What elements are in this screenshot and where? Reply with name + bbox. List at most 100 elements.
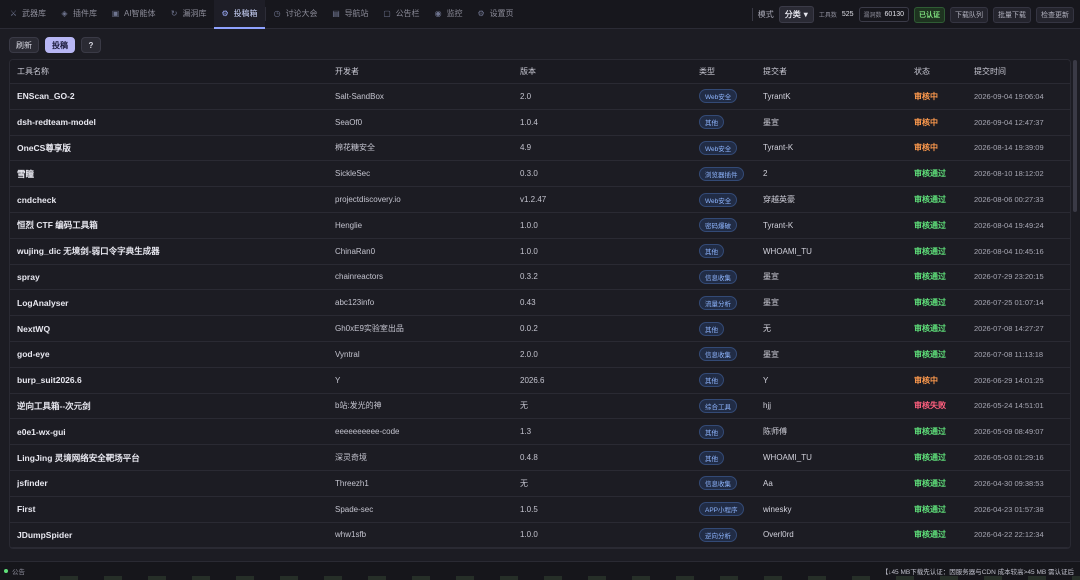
cell-name: 恒烈 CTF 编码工具箱: [17, 220, 98, 231]
cell-submitter: 墨宣: [763, 298, 779, 308]
table-row[interactable]: NextWQ Gh0xE9实验室出品 0.0.2 其他 无 审核通过 2026-07-08 …: [10, 316, 1070, 342]
cell-version: 1.0.5: [520, 504, 538, 514]
type-tag: 流量分析: [699, 295, 737, 310]
plugin-icon: ◈: [61, 8, 68, 18]
table-row[interactable]: dsh-redteam-model SeaOf0 1.0.4 其他 墨宣 审核中 2026-…: [10, 110, 1070, 136]
table-row[interactable]: LingJing 灵境网络安全靶场平台 深灵奇境 0.4.8 其他 WHOAMI_TU 审…: [10, 445, 1070, 471]
tab-6[interactable]: ▤ 导航站: [325, 0, 376, 29]
cell-developer: whw1sfb: [335, 530, 367, 540]
cell-developer: chainreactors: [335, 272, 384, 282]
tab-label: 武器库: [22, 8, 46, 18]
announcement-marquee: 【↓45 MB下载先认证：因服务器与CDN 成本较高>45 MB 需认证后: [881, 569, 1074, 576]
table-row[interactable]: spray chainreactors 0.3.2 信息收集 墨宣 审核通过 2026-07…: [10, 265, 1070, 291]
cell-time: 2026-04-23 01:57:38: [974, 504, 1044, 514]
cell-status: 审核失败: [914, 401, 946, 411]
tab-label: 设置页: [489, 8, 514, 18]
cell-type: APP小程序: [699, 497, 759, 522]
type-tag: 信息收集: [699, 476, 737, 491]
cell-developer: Henglie: [335, 220, 363, 230]
table-row[interactable]: 雪瞳 SickleSec 0.3.0 浏览器插件 2 审核通过 2026-08-10 18:…: [10, 161, 1070, 188]
tab-3[interactable]: ↻ 漏洞库: [163, 0, 214, 29]
table-row[interactable]: 逆向工具箱--次元剑 b站:发光的神 无 综合工具 hjj 审核失败 2026-05-24 …: [10, 394, 1070, 420]
cell-status: 审核通过: [914, 504, 946, 514]
type-tag: 逆向分析: [699, 527, 737, 542]
cell-developer: SickleSec: [335, 169, 371, 179]
download-queue-button[interactable]: 下载队列: [950, 6, 988, 23]
cell-name: LingJing 灵境网络安全靶场平台: [17, 452, 140, 463]
tab-5[interactable]: ◷ 讨论大会: [266, 0, 325, 29]
check-update-button[interactable]: 检查更新: [1036, 6, 1074, 23]
table-row[interactable]: ENScan_GO-2 Salt-SandBox 2.0 Web安全 TyrantK 审核…: [10, 84, 1070, 110]
cell-name: NextWQ: [17, 323, 51, 334]
cell-developer: Salt-SandBox: [335, 91, 384, 101]
header-status[interactable]: 状态: [914, 60, 969, 83]
refresh-button[interactable]: 刷新: [9, 37, 39, 53]
cell-submitter: winesky: [763, 504, 792, 514]
table-row[interactable]: LogAnalyser abc123info 0.43 流量分析 墨宣 审核通过 2026-…: [10, 290, 1070, 317]
tab-7[interactable]: ▢ 公告栏: [376, 0, 427, 29]
table-row[interactable]: jsfinder Threezh1 无 信息收集 Aa 审核通过 2026-04-30 09…: [10, 471, 1070, 497]
header-name[interactable]: 工具名称: [17, 60, 329, 83]
header-submitter[interactable]: 提交者: [763, 60, 908, 83]
cell-type: Web安全: [699, 136, 759, 161]
table-row[interactable]: JDumpSpider whw1sfb 1.0.0 逆向分析 Overl0rd 审核通过 2…: [10, 523, 1070, 548]
type-tag: 其他: [699, 373, 724, 388]
settings-icon: ⚙: [477, 8, 485, 18]
cell-submitter: TyrantK: [763, 91, 791, 101]
header-version[interactable]: 版本: [520, 60, 695, 83]
cell-name: ENScan_GO-2: [17, 91, 75, 102]
cell-version: 0.3.0: [520, 169, 538, 179]
cell-name: wujing_dic 无境剑-弱口令字典生成器: [17, 246, 160, 257]
cell-time: 2026-08-04 19:49:24: [974, 220, 1044, 230]
cell-status: 审核通过: [914, 220, 946, 230]
table-scrollbar[interactable]: [1073, 60, 1077, 212]
batch-download-button[interactable]: 批量下载: [993, 6, 1031, 23]
table-row[interactable]: burp_suit2026.6 Y 2026.6 其他 Y 审核中 2026-06-29 1…: [10, 368, 1070, 394]
cell-name: JDumpSpider: [17, 529, 73, 540]
cell-name: 逆向工具箱--次元剑: [17, 400, 91, 411]
header-developer[interactable]: 开发者: [335, 60, 515, 83]
tab-label: 投稿箱: [233, 8, 258, 18]
tab-0[interactable]: ⚔ 武器库: [2, 0, 53, 29]
type-tag: 其他: [699, 244, 724, 259]
cell-name: OneCS尊享版: [17, 142, 71, 153]
cell-developer: Vyntral: [335, 349, 360, 359]
tab-9[interactable]: ⚙ 设置页: [470, 0, 521, 29]
cell-time: 2026-08-14 19:39:09: [974, 143, 1044, 153]
cell-submitter: WHOAMI_TU: [763, 246, 812, 256]
cell-version: 2.0: [520, 91, 532, 101]
cell-developer: Threezh1: [335, 478, 369, 488]
table-row[interactable]: cndcheck projectdiscovery.io v1.2.47 Web安全 穿…: [10, 187, 1070, 213]
header-time[interactable]: 提交时间: [974, 60, 1069, 83]
table-row[interactable]: 恒烈 CTF 编码工具箱 Henglie 1.0.0 密码爆破 Tyrant-K 审核通过…: [10, 213, 1070, 239]
cell-name: LogAnalyser: [17, 297, 69, 308]
scrolling-ticker: [60, 576, 1080, 580]
cell-version: 1.0.0: [520, 220, 538, 230]
submit-button[interactable]: 投稿: [45, 37, 75, 53]
inbox-icon: ⚙: [221, 8, 229, 18]
header-type[interactable]: 类型: [699, 60, 759, 83]
help-button[interactable]: ?: [81, 37, 101, 53]
tab-2[interactable]: ▣ AI智能体: [104, 0, 163, 29]
cell-status: 审核通过: [914, 324, 946, 334]
submissions-table: 工具名称 开发者 版本 类型 提交者 状态 提交时间 ENScan_GO-2 Sa…: [9, 59, 1071, 549]
cell-time: 2026-08-04 10:45:16: [974, 246, 1044, 256]
cell-time: 2026-09-04 19:06:04: [974, 91, 1044, 101]
cell-time: 2026-05-09 08:49:07: [974, 427, 1044, 437]
tab-1[interactable]: ◈ 插件库: [53, 0, 104, 29]
verified-badge: 已认证: [914, 6, 945, 23]
tools-count-value: 525: [841, 11, 854, 18]
table-row[interactable]: OneCS尊享版 棉花糖安全 4.9 Web安全 Tyrant-K 审核中 2026-08-…: [10, 136, 1070, 162]
tab-4[interactable]: ⚙ 投稿箱: [213, 0, 265, 29]
cell-name: spray: [17, 271, 40, 282]
mode-select[interactable]: 分类 ▾: [778, 6, 814, 23]
table-row[interactable]: god-eye Vyntral 2.0.0 信息收集 墨宣 审核通过 2026-07-08 …: [10, 342, 1070, 368]
cell-developer: b站:发光的神: [335, 401, 382, 411]
tab-8[interactable]: ◉ 监控: [427, 0, 470, 29]
table-row[interactable]: e0e1-wx-gui eeeeeeeeee-code 1.3 其他 陈师傅 审核通过 20…: [10, 419, 1070, 446]
table-row[interactable]: wujing_dic 无境剑-弱口令字典生成器 ChinaRan0 1.0.0 其他 W…: [10, 239, 1070, 265]
cell-type: 信息收集: [699, 265, 759, 290]
table-row[interactable]: First Spade-sec 1.0.5 APP小程序 winesky 审核通过 2026…: [10, 497, 1070, 523]
header-stats: 模式 分类 ▾ 工具数 525 漏洞数 60130 已认证 下载队列 批量下载 …: [751, 0, 1074, 29]
cell-submitter: hjj: [763, 401, 772, 411]
